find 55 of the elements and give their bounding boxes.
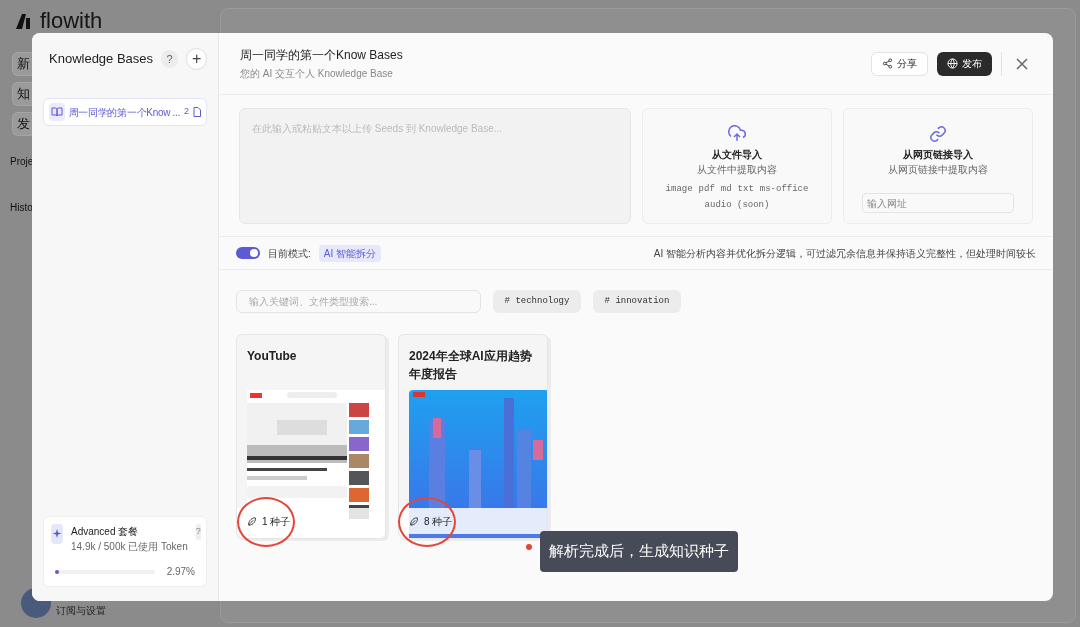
seed-count: 1 种子 — [262, 514, 291, 529]
section-label: Proje — [10, 155, 32, 169]
knowledge-base-subtitle: 您的 AI 交互个人 Knowledge Base — [240, 67, 394, 81]
knowledge-base-name: 周一同学的第一个Know ... — [68, 105, 180, 120]
file-type: audio (soon) — [704, 198, 770, 212]
import-subtitle: 从网页链接中提取内容 — [888, 163, 988, 177]
token-usage: 14.9k / 500k 已使用 Token — [71, 540, 188, 554]
card-title: YouTube — [246, 348, 298, 365]
publish-button[interactable]: 发布 — [937, 51, 992, 76]
help-button[interactable]: ? — [161, 50, 179, 68]
mode-toggle[interactable] — [236, 247, 260, 259]
file-type: pdf — [698, 183, 715, 196]
annotation-tooltip: 解析完成后，生成知识种子 — [540, 531, 738, 572]
plan-name: Advanced 套餐 — [71, 525, 140, 539]
nav-button[interactable]: 新 — [12, 52, 32, 76]
knowledge-base-item[interactable]: 周一同学的第一个Know ... 2 — [43, 98, 207, 126]
sidebar-title: Knowledge Bases — [49, 50, 154, 69]
import-title: 从文件导入 — [712, 148, 762, 162]
link-import-card[interactable]: 从网页链接导入 从网页链接中提取内容 输入网址 — [843, 108, 1033, 224]
section-label: Histo — [10, 201, 32, 215]
link-import-icon — [929, 125, 947, 143]
seed-card[interactable]: YouTube 1 种子 — [236, 334, 386, 539]
file-icon — [193, 107, 201, 117]
tag-chip[interactable]: # technology — [493, 290, 581, 313]
app-logo: flowith — [40, 7, 103, 35]
mode-label: 目前模式: — [268, 246, 311, 261]
search-field[interactable]: 输入关键词、文件类型搜索... — [236, 290, 481, 313]
url-field[interactable]: 输入网址 — [862, 193, 1014, 213]
file-type: image — [665, 183, 693, 196]
file-import-icon — [728, 125, 746, 143]
mode-description: AI 智能分析内容并优化拆分逻辑，可过滤冗余信息并保持语义完整性，但处理时间较长 — [653, 246, 1036, 261]
knowledge-base-title: 周一同学的第一个Know Bases — [240, 47, 403, 64]
file-count: 2 — [184, 105, 189, 119]
nav-button[interactable]: 发 — [12, 112, 32, 136]
book-icon — [49, 103, 65, 121]
seed-card[interactable]: 2024年全球AI应用趋势年度报告 8 种子 — [398, 334, 548, 539]
globe-icon — [947, 58, 958, 69]
mode-badge: AI 智能拆分 — [318, 244, 381, 262]
highlight-circle — [237, 497, 295, 547]
share-icon — [882, 58, 893, 69]
import-subtitle: 从文件中提取内容 — [697, 163, 777, 177]
file-import-card[interactable]: 从文件导入 从文件中提取内容 image pdf md txt ms-office audio (soon) — [642, 108, 832, 224]
highlight-circle — [398, 497, 456, 547]
import-title: 从网页链接导入 — [903, 148, 973, 162]
file-type: md — [720, 183, 732, 196]
file-type: ms-office — [759, 183, 809, 196]
tag-chip[interactable]: # innovation — [593, 290, 681, 313]
share-button[interactable]: 分享 — [871, 51, 928, 76]
nav-button[interactable]: 知 — [12, 82, 32, 106]
card-title: 2024年全球AI应用趋势年度报告 — [408, 348, 533, 383]
file-type: txt — [737, 183, 754, 196]
seed-count: 8 种子 — [424, 514, 453, 529]
footer-link[interactable]: 订阅与设置 — [56, 605, 106, 617]
usage-percent: 2.97% — [166, 565, 195, 579]
add-button[interactable]: + — [186, 48, 207, 70]
